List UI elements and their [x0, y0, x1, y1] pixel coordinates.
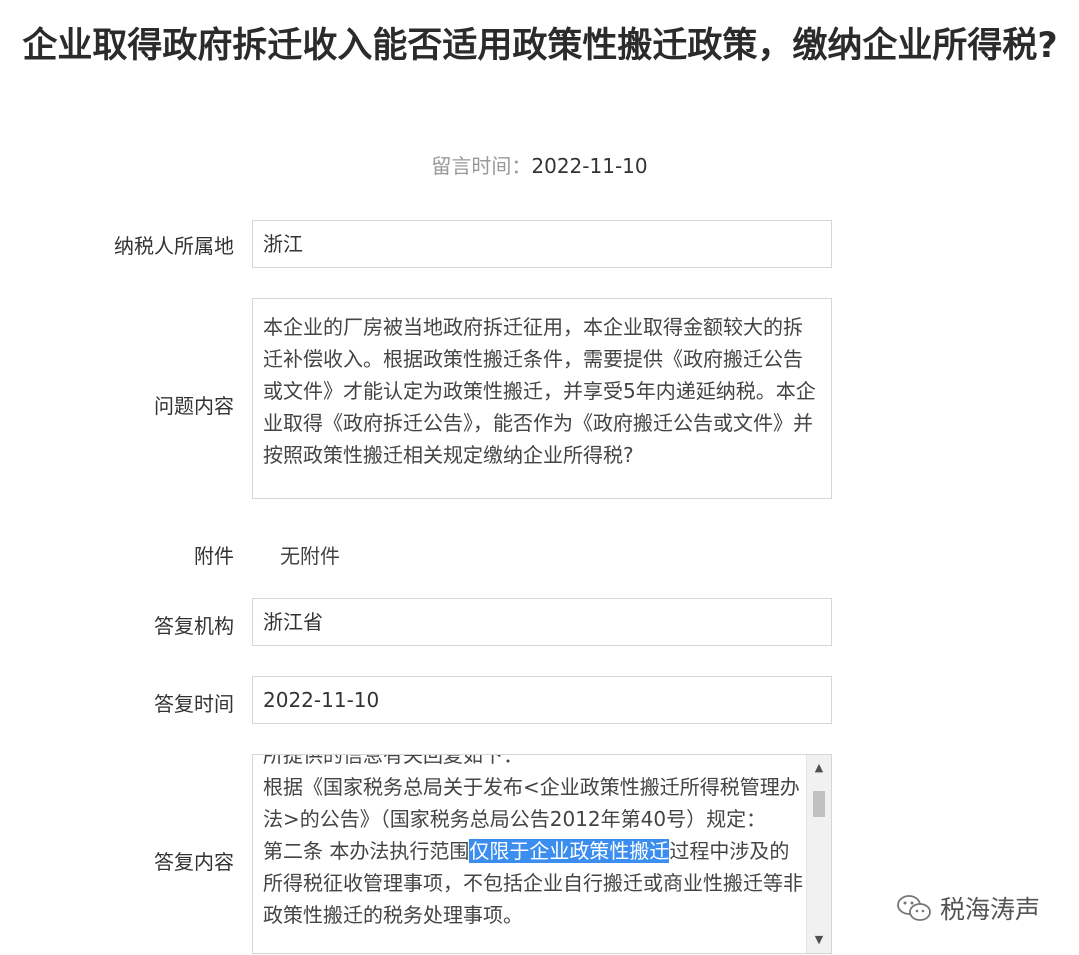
wechat-icon: [897, 895, 931, 921]
reply-org-field[interactable]: 浙江省: [252, 598, 832, 646]
reply-content-text: 所提供的信息有关回复如下： 根据《国家税务总局关于发布<企业政策性搬迁所得税管理…: [263, 754, 803, 931]
region-label: 纳税人所属地: [114, 234, 234, 258]
reply-content-label: 答复内容: [154, 850, 234, 874]
page-title: 企业取得政府拆迁收入能否适用政策性搬迁政策，缴纳企业所得税?: [22, 26, 1058, 66]
reply-org-label: 答复机构: [154, 614, 234, 638]
reply-content-field[interactable]: 所提供的信息有关回复如下： 根据《国家税务总局关于发布<企业政策性搬迁所得税管理…: [252, 754, 832, 954]
attachment-value: 无附件: [280, 544, 340, 568]
watermark: 税海涛声: [896, 890, 1040, 926]
reply-time-label: 答复时间: [154, 692, 234, 716]
question-field[interactable]: 本企业的厂房被当地政府拆迁征用，本企业取得金额较大的拆迁补偿收入。根据政策性搬迁…: [252, 298, 832, 499]
message-time-label: 留言时间：: [431, 154, 532, 178]
reply-scrollbar[interactable]: ▲ ▼: [806, 755, 831, 953]
message-time: 留言时间：2022-11-10: [0, 150, 1079, 179]
reply-line-2-before: 第二条 本办法执行范围: [263, 839, 470, 863]
region-field[interactable]: 浙江: [252, 220, 832, 268]
reply-line-2: 第二条 本办法执行范围仅限于企业政策性搬迁过程中涉及的所得税征收管理事项，不包括…: [263, 835, 803, 931]
attachment-label: 附件: [194, 544, 234, 568]
reply-cut-line: 所提供的信息有关回复如下：: [263, 754, 523, 767]
selected-text-highlight: 仅限于企业政策性搬迁: [469, 839, 670, 863]
reply-line-1: 根据《国家税务总局关于发布<企业政策性搬迁所得税管理办法>的公告》（国家税务总局…: [263, 775, 800, 831]
reply-time-field[interactable]: 2022-11-10: [252, 676, 832, 724]
watermark-text: 税海涛声: [940, 895, 1041, 924]
message-time-value: 2022-11-10: [531, 154, 648, 178]
scrollbar-thumb[interactable]: [813, 791, 825, 817]
scroll-up-arrow-icon[interactable]: ▲: [807, 757, 831, 779]
scroll-down-arrow-icon[interactable]: ▼: [807, 929, 831, 951]
question-label: 问题内容: [154, 394, 234, 418]
